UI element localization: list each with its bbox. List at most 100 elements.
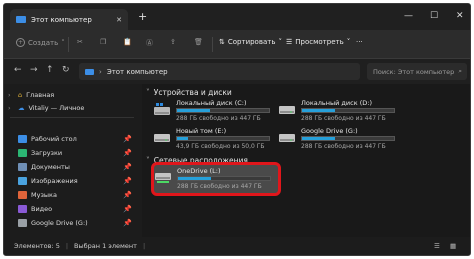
more-options-button[interactable]: ··· [356, 38, 363, 46]
forward-arrow-icon[interactable]: → [30, 65, 38, 75]
tab-title: Этот компьютер [31, 15, 92, 24]
cut-button[interactable]: ✂ [77, 38, 83, 46]
sidebar-item-label: Главная [26, 90, 55, 99]
documents-folder-icon [18, 162, 27, 171]
pin-icon: 📌 [123, 162, 132, 171]
title-bar: Этот компьютер ✕ + — ☐ ✕ [4, 4, 470, 30]
devices-section-header[interactable]: ˅ Устройства и диски [146, 88, 232, 97]
sidebar-item-label: Изображения [31, 176, 78, 185]
drive-name: Новый том (E:) [176, 127, 227, 135]
rename-button[interactable]: Ⓐ [146, 38, 153, 48]
paste-icon: 📋 [123, 38, 132, 46]
google-drive-icon [18, 218, 27, 227]
desktop-folder-icon [18, 134, 27, 143]
sidebar-item-downloads[interactable]: Загрузки 📌 [8, 146, 134, 159]
drive-item-e[interactable]: Новый том (E:) 43,9 ГБ свободно из 50,0 … [148, 127, 273, 151]
back-arrow-icon[interactable]: ← [14, 65, 22, 75]
create-button[interactable]: + Создать ˅ [16, 38, 65, 47]
share-button[interactable]: ⇪ [170, 38, 176, 46]
drive-usage-bar [301, 136, 395, 141]
file-explorer-window: Этот компьютер ✕ + — ☐ ✕ + Создать ˅ ✂ ❐… [3, 3, 471, 256]
sidebar-divider [10, 117, 134, 118]
close-button[interactable]: ✕ [456, 11, 464, 21]
drive-free-space: 43,9 ГБ свободно из 50,0 ГБ [176, 143, 265, 150]
selected-count: Выбран 1 элемент [74, 242, 137, 250]
videos-folder-icon [18, 204, 27, 213]
search-input[interactable]: Поиск: Этот компьютер ⌕ [367, 63, 467, 80]
music-folder-icon [18, 190, 27, 199]
sort-label: Сортировать [227, 38, 276, 46]
computer-icon [85, 68, 94, 75]
drive-icon [279, 106, 295, 114]
command-bar: + Создать ˅ ✂ ❐ 📋 Ⓐ ⇪ 🗑 ⇅ Сортировать ˅ … [4, 30, 470, 59]
chevron-right-icon: › [8, 103, 11, 112]
rename-icon: Ⓐ [146, 39, 153, 47]
status-divider: | [142, 242, 146, 250]
items-count: Элементов: 5 [14, 242, 60, 250]
drive-item-c[interactable]: Локальный диск (C:) 288 ГБ свободно из 4… [148, 99, 273, 123]
minimize-button[interactable]: — [404, 11, 413, 21]
copy-button[interactable]: ❐ [100, 38, 106, 46]
toolbar-divider [212, 37, 213, 52]
sidebar-item-desktop[interactable]: Рабочий стол 📌 [8, 132, 134, 145]
sidebar-item-documents[interactable]: Документы 📌 [8, 160, 134, 173]
sidebar-item-label: Видео [31, 204, 53, 213]
drive-usage-bar [176, 108, 270, 113]
view-icon: ☰ [286, 38, 293, 46]
delete-button[interactable]: 🗑 [194, 38, 203, 46]
copy-icon: ❐ [100, 38, 107, 46]
sidebar-item-label: Загрузки [31, 148, 63, 157]
address-path: Этот компьютер [106, 67, 168, 76]
view-button[interactable]: ☰ Просмотреть ˅ [286, 38, 350, 46]
create-label: Создать [28, 38, 59, 47]
windows-drive-icon [154, 103, 170, 115]
sidebar-item-home[interactable]: › ⌂ Главная [8, 88, 134, 101]
search-placeholder: Поиск: Этот компьютер [373, 67, 455, 76]
chevron-down-icon: ˅ [278, 38, 282, 46]
plus-circle-icon: + [16, 38, 25, 47]
address-bar[interactable]: › Этот компьютер [79, 63, 360, 80]
sidebar-item-videos[interactable]: Видео 📌 [8, 202, 134, 215]
drive-icon [279, 134, 295, 142]
sort-button[interactable]: ⇅ Сортировать ˅ [219, 38, 282, 46]
pin-icon: 📌 [123, 176, 132, 185]
pictures-folder-icon [18, 176, 27, 185]
scissors-icon: ✂ [77, 38, 83, 46]
sidebar-item-pictures[interactable]: Изображения 📌 [8, 174, 134, 187]
pin-icon: 📌 [123, 148, 132, 157]
sort-icon: ⇅ [219, 38, 225, 46]
tab-close-icon[interactable]: ✕ [116, 16, 122, 24]
refresh-icon[interactable]: ↻ [62, 65, 70, 75]
drive-usage-fill [302, 109, 336, 112]
pin-icon: 📌 [123, 204, 132, 213]
pin-icon: 📌 [123, 218, 132, 227]
new-tab-button[interactable]: + [138, 11, 147, 22]
up-arrow-icon[interactable]: ↑ [46, 65, 54, 75]
sidebar-item-google-drive[interactable]: Google Drive (G:) 📌 [8, 216, 134, 229]
drive-item-g[interactable]: Google Drive (G:) 288 ГБ свободно из 447… [273, 127, 398, 151]
drive-icon [154, 134, 170, 142]
chevron-right-icon: › [8, 90, 11, 99]
chevron-down-icon: ˅ [346, 38, 351, 46]
chevron-down-icon: ˅ [61, 38, 65, 47]
sidebar-item-music[interactable]: Музыка 📌 [8, 188, 134, 201]
toolbar-divider [68, 37, 69, 52]
drive-usage-fill [302, 137, 336, 140]
maximize-button[interactable]: ☐ [430, 11, 438, 21]
details-view-icon[interactable]: ☰ [434, 242, 440, 250]
drive-name: Google Drive (G:) [301, 127, 358, 135]
chevron-down-icon: ˅ [146, 88, 150, 97]
tab-this-pc[interactable]: Этот компьютер ✕ [10, 9, 128, 30]
downloads-folder-icon [18, 148, 27, 157]
drive-usage-fill [177, 137, 189, 140]
sidebar-item-label: Документы [31, 162, 70, 171]
paste-button[interactable]: 📋 [123, 38, 132, 46]
sidebar-item-onedrive[interactable]: › ☁ Vitaliy — Личное [8, 101, 134, 114]
drive-item-d[interactable]: Локальный диск (D:) 288 ГБ свободно из 4… [273, 99, 398, 123]
view-label: Просмотреть [295, 38, 344, 46]
chevron-down-icon: ˅ [146, 156, 150, 165]
drive-free-space: 288 ГБ свободно из 447 ГБ [301, 143, 386, 150]
tiles-view-icon[interactable]: ▦ [450, 242, 456, 250]
computer-icon [16, 16, 26, 23]
drive-usage-fill [177, 109, 211, 112]
